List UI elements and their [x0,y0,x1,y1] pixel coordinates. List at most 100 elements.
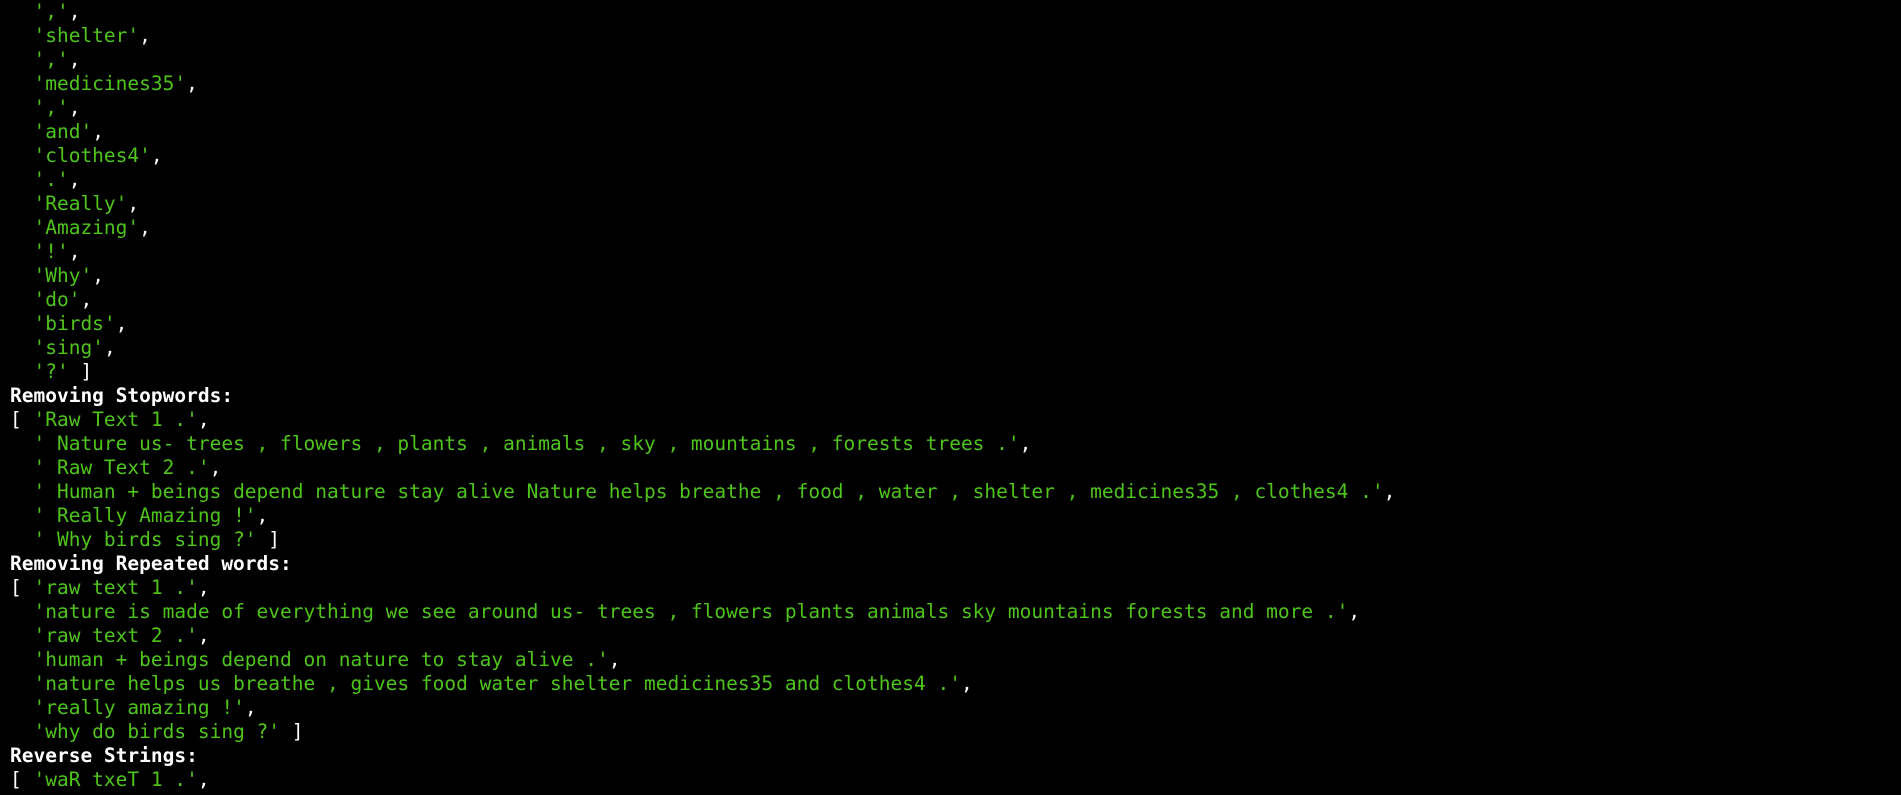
line-prefix [10,24,33,47]
string-literal: 'waR txeT 1 .' [33,768,198,791]
line-suffix: , [127,192,140,215]
line-prefix [10,312,33,335]
line-prefix [10,288,33,311]
line-prefix: [ [10,768,34,791]
list-item-line: [ 'waR txeT 1 .', [0,768,1901,792]
line-prefix [10,0,33,23]
line-suffix: , [1383,480,1396,503]
line-suffix: , [197,576,210,599]
line-prefix [10,336,33,359]
string-literal: '!' [33,240,69,263]
string-literal: 'raw text 1 .' [33,576,198,599]
list-item-line: ',', [0,48,1901,72]
line-prefix [10,672,33,695]
list-item-line: 'do', [0,288,1901,312]
string-literal: ',' [33,96,69,119]
list-item-line: 'and', [0,120,1901,144]
line-prefix [10,96,33,119]
list-item-line: '?' ] [0,360,1901,384]
terminal-output: ',', 'shelter', ',', 'medicines35', ',',… [0,0,1901,795]
section-header: Reverse Strings: [0,744,1901,768]
line-suffix: , [139,24,151,47]
list-item-line: 'Really', [0,192,1901,216]
line-suffix: , [960,672,973,695]
line-suffix: , [1019,432,1032,455]
string-literal: ',' [33,0,69,23]
line-prefix [10,72,33,95]
line-suffix: , [150,144,163,167]
line-suffix: , [92,120,104,143]
list-item-line: ' Really Amazing !', [0,504,1901,528]
list-item-line: 'Amazing', [0,216,1901,240]
list-item-line: [ 'raw text 1 .', [0,576,1901,600]
line-suffix: , [68,240,81,263]
line-prefix [10,168,33,191]
string-literal: 'nature is made of everything we see aro… [33,600,1349,623]
line-prefix [10,360,33,383]
line-suffix: , [186,72,198,95]
line-prefix [10,144,33,167]
list-item-line: 'shelter', [0,24,1901,48]
string-literal: 'medicines35' [33,72,187,95]
string-literal: 'why do birds sing ?' [33,720,281,743]
line-suffix: , [92,264,104,287]
line-prefix [10,648,33,671]
line-prefix [10,120,33,143]
list-item-line: ',', [0,0,1901,24]
list-item-line: 'nature helps us breathe , gives food wa… [0,672,1901,696]
list-item-line: ' Human + beings depend nature stay aliv… [0,480,1901,504]
string-literal: ' Really Amazing !' [33,504,257,527]
line-prefix [10,456,33,479]
string-literal: 'Raw Text 1 .' [33,408,198,431]
line-suffix: ] [256,528,281,551]
list-item-line: ' Raw Text 2 .', [0,456,1901,480]
line-suffix: , [139,216,151,239]
string-literal: 'birds' [33,312,116,335]
string-literal: 'sing' [33,336,104,359]
list-item-line: 'raw text 2 .', [0,624,1901,648]
list-item-line: 'sing', [0,336,1901,360]
line-suffix: , [80,288,93,311]
string-literal: 'clothes4' [33,144,151,167]
section-header: Removing Repeated words: [0,552,1901,576]
line-suffix: , [244,696,257,719]
line-suffix: , [256,504,269,527]
line-prefix [10,264,33,287]
section-header-text: Reverse Strings: [10,744,198,767]
line-prefix [10,600,33,623]
string-literal: 'Really' [33,192,128,215]
section-header-text: Removing Repeated words: [10,552,292,575]
string-literal: '?' [33,360,69,383]
string-literal: ' Raw Text 2 .' [33,456,210,479]
line-suffix: , [115,312,128,335]
list-item-line: 'clothes4', [0,144,1901,168]
line-prefix [10,528,33,551]
string-literal: ' Human + beings depend nature stay aliv… [33,480,1384,503]
line-suffix: , [68,48,81,71]
line-suffix: , [1348,600,1361,623]
string-literal: 'and' [33,120,93,143]
line-prefix [10,480,33,503]
list-item-line: '.', [0,168,1901,192]
string-literal: 'Amazing' [33,216,140,239]
section-header-text: Removing Stopwords: [10,384,234,407]
line-prefix [10,216,33,239]
string-literal: 'really amazing !' [33,696,245,719]
string-literal: 'nature helps us breathe , gives food wa… [33,672,961,695]
line-prefix [10,624,33,647]
line-suffix: , [197,768,210,791]
line-suffix: , [209,456,222,479]
section-header: Removing Stopwords: [0,384,1901,408]
list-item-line: '!', [0,240,1901,264]
list-item-line: 'really amazing !', [0,696,1901,720]
list-item-line: [ 'Raw Text 1 .', [0,408,1901,432]
string-literal: 'human + beings depend on nature to stay… [33,648,609,671]
string-literal: '.' [33,168,69,191]
line-suffix: , [197,624,210,647]
list-item-line: ' Nature us- trees , flowers , plants , … [0,432,1901,456]
list-item-line: 'medicines35', [0,72,1901,96]
list-item-line: 'nature is made of everything we see aro… [0,600,1901,624]
line-suffix: ] [280,720,304,743]
line-prefix: [ [10,576,34,599]
string-literal: 'shelter' [33,24,140,47]
